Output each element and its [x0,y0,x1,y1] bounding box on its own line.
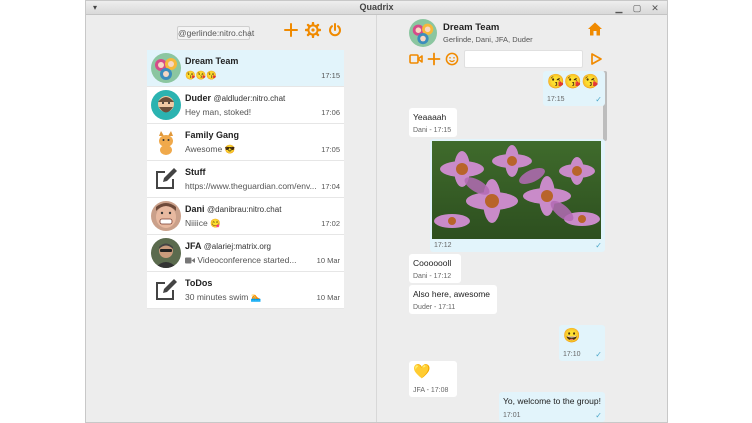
video-camera-icon [185,256,195,266]
chat-preview: 30 minutes swim 🏊 [185,292,262,302]
user-handle-chip[interactable]: @gerlinde:nitro.chat [177,26,254,40]
edit-note-icon [151,164,181,194]
chat-item-todos[interactable]: ToDos 30 minutes swim 🏊 10 Mar [147,272,344,309]
chat-time: 17:15 [321,71,340,80]
minimize-button[interactable]: ▁ [613,2,625,14]
flower-photo[interactable] [432,141,601,239]
video-camera-icon[interactable] [409,52,423,66]
close-window-button[interactable]: ✕ [649,2,661,14]
chat-name: Dani @danibrau:nitro.chat [185,204,282,214]
message-time: 17:01 [503,412,521,419]
message-time: 17:10 [563,351,581,358]
chat-name: ToDos [185,278,213,288]
chat-time: 10 Mar [316,293,340,302]
message-sender-time: JFA - 17:08 [413,387,449,394]
emoji-icon[interactable] [445,52,459,66]
settings-gear-icon[interactable] [304,21,322,39]
chat-item-dream-team[interactable]: Dream Team 😘😘😘 17:15 [147,50,344,87]
avatar [151,201,181,231]
message-bubble-incoming[interactable]: Yeaaaah Dani - 17:15 [409,108,457,137]
conversation-members: Gerlinde, Dani, JFA, Duder [443,35,533,44]
message-text: Yo, welcome to the group! [503,396,601,406]
chat-item-jfa[interactable]: JFA @alariej:matrix.org Videoconference … [147,235,344,272]
home-icon[interactable] [587,21,603,37]
chat-item-dani[interactable]: Dani @danibrau:nitro.chat Niiiice 😋 17:0… [147,198,344,235]
app-window: ▾ Quadrix ▁ ▢ ✕ @gerlinde:nitro.chat Dre… [85,0,668,423]
chat-time: 10 Mar [316,256,340,265]
message-list: 😘😘😘 17:15 ✓ Yeaaaah Dani - 17:15 17:12 ✓… [409,71,609,422]
message-sender-time: Dani - 17:15 [413,127,452,134]
message-input[interactable] [464,50,583,68]
message-text: Yeaaaah [413,112,447,122]
message-text: 😀 [563,327,581,343]
cat-avatar [151,127,181,157]
message-bubble-incoming[interactable]: Also here, awesome Duder - 17:11 [409,285,497,314]
message-sender-time: Duder - 17:11 [413,304,456,311]
chat-preview: Niiiice 😋 [185,218,221,228]
add-icon[interactable] [283,22,299,38]
power-icon[interactable] [327,22,343,38]
chat-time: 17:05 [321,145,340,154]
conversation-pane: Dream Team Gerlinde, Dani, JFA, Duder 😘😘… [377,15,667,422]
message-time: 17:12 [434,242,452,249]
message-time: 17:15 [547,96,565,103]
chat-time: 17:02 [321,219,340,228]
chat-list: Dream Team 😘😘😘 17:15 Duder @aldluder:nit… [147,50,344,309]
plus-icon[interactable] [427,52,441,66]
conversation-title: Dream Team [443,22,500,33]
message-text: 😘😘😘 [547,73,600,89]
avatar [151,90,181,120]
message-composer [409,50,605,70]
chat-name: JFA @alariej:matrix.org [185,241,271,251]
chat-name: Duder @aldluder:nitro.chat [185,93,286,103]
chat-preview: Awesome 😎 [185,144,236,154]
chat-name: Family Gang [185,130,240,140]
message-bubble-image[interactable]: 17:12 ✓ [430,139,605,252]
group-avatar[interactable] [409,19,437,47]
message-text: 💛 [413,363,431,379]
avatar [151,53,181,83]
read-check-icon: ✓ [595,411,602,420]
edit-note-icon [151,275,181,305]
chat-preview: 😘😘😘 [185,70,217,80]
chat-item-stuff[interactable]: Stuff https://www.theguardian.com/env...… [147,161,344,198]
message-text: Also here, awesome [413,289,491,299]
maximize-button[interactable]: ▢ [631,2,643,14]
chat-time: 17:06 [321,108,340,117]
chat-item-family-gang[interactable]: Family Gang Awesome 😎 17:05 [147,124,344,161]
chat-preview: Videoconference started... [185,255,325,266]
title-bar: ▾ Quadrix ▁ ▢ ✕ [86,1,667,15]
chat-name: Dream Team [185,56,239,66]
read-check-icon: ✓ [595,350,602,359]
message-bubble-outgoing[interactable]: 😘😘😘 17:15 ✓ [543,71,605,106]
message-bubble-outgoing[interactable]: 😀 17:10 ✓ [559,325,605,361]
avatar [151,238,181,268]
message-bubble-incoming[interactable]: 💛 JFA - 17:08 [409,361,457,397]
chat-name: Stuff [185,167,206,177]
chat-preview: https://www.theguardian.com/env... [185,181,317,191]
read-check-icon: ✓ [595,241,602,250]
read-check-icon: ✓ [595,95,602,104]
chat-preview: Hey man, stoked! [185,107,252,117]
window-title: Quadrix [359,2,394,12]
message-bubble-incoming[interactable]: Cooooooll Dani - 17:12 [409,254,461,283]
message-bubble-outgoing[interactable]: Yo, welcome to the group! 17:01 ✓ [499,392,605,422]
chat-time: 17:04 [321,182,340,191]
message-sender-time: Dani - 17:12 [413,273,452,280]
chat-list-pane: @gerlinde:nitro.chat Dream Team 😘😘😘 17:1… [86,15,376,422]
chat-item-duder[interactable]: Duder @aldluder:nitro.chat Hey man, stok… [147,87,344,124]
message-text: Cooooooll [413,258,452,268]
send-icon[interactable] [589,52,603,66]
